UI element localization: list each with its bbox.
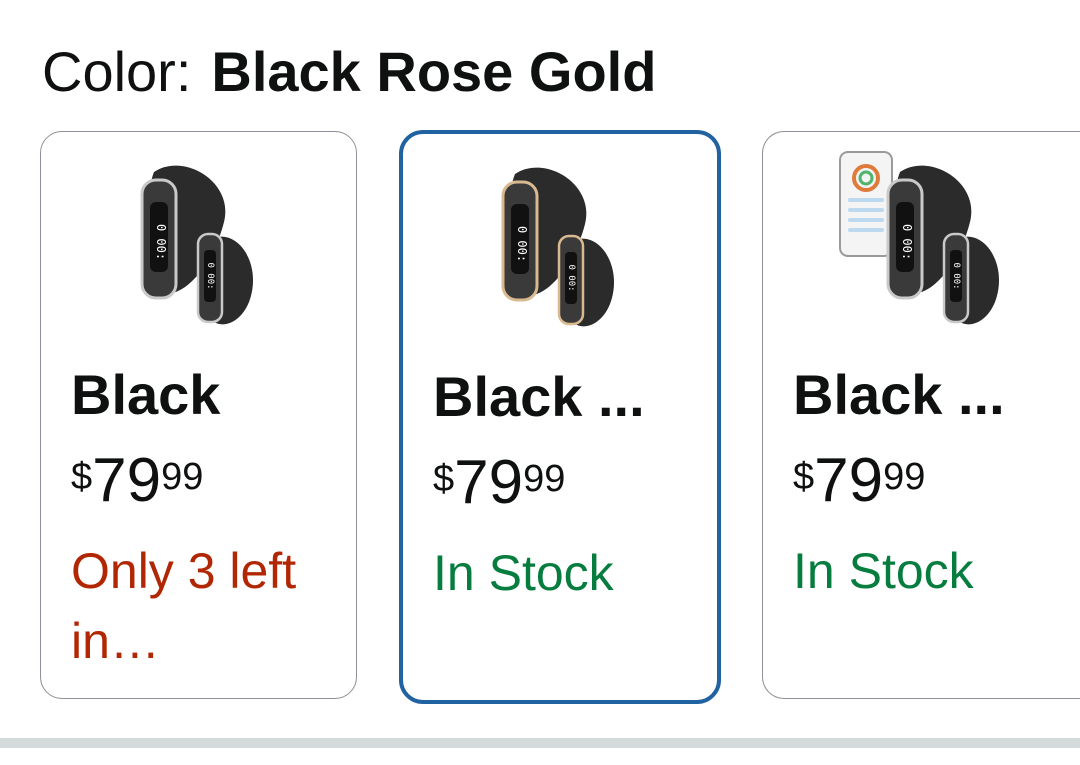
svg-text:0 00:: 0 00: [154,224,168,260]
option-name: Black ... [433,365,645,428]
color-option-card-black[interactable]: 0 00: 0 00: Black $7999 Only 3 left in… [40,131,357,699]
option-price: $7999 [71,450,203,512]
product-image: 0 00: 0 00: [763,142,1080,342]
color-option-card-black-bundle[interactable]: 0 00: 0 00: Black ... $7999 In Stock [762,131,1080,699]
price-fraction: 99 [523,458,566,500]
section-divider [0,738,1080,748]
phone-icon [838,151,893,257]
price-fraction: 99 [161,456,204,498]
price-currency: $ [71,456,93,498]
price-whole: 79 [454,448,524,517]
availability-status: In Stock [793,543,974,599]
price-fraction: 99 [883,456,926,498]
svg-text:0 00:: 0 00: [566,264,576,291]
product-image: 0 00: 0 00: [41,142,356,342]
fitness-band-pair-silver-icon: 0 00: 0 00: [140,165,253,325]
option-name: Black [71,363,221,426]
selected-color-value: Black Rose Gold [211,40,657,103]
svg-text:0 00:: 0 00: [515,226,529,262]
svg-text:0 00:: 0 00: [900,224,914,260]
price-currency: $ [433,458,455,500]
color-option-card-black-rose-gold[interactable]: 0 00: 0 00: Black ... $7999 In Stock [399,130,721,704]
fitness-band-pair-with-phone-icon: 0 00: 0 00: [838,151,999,325]
price-currency: $ [793,456,815,498]
option-price: $7999 [433,452,565,514]
color-selection-header: Color: Black Rose Gold [42,36,656,108]
color-label: Color: [42,40,192,103]
fitness-band-pair-rose-gold-icon: 0 00: 0 00: [501,167,615,327]
svg-text:0 00:: 0 00: [951,262,961,289]
svg-text:0 00:: 0 00: [205,262,215,289]
availability-status: Only 3 left in… [71,543,297,669]
availability-status: In Stock [433,545,614,601]
price-whole: 79 [814,446,884,515]
price-whole: 79 [92,446,162,515]
option-name: Black ... [793,363,1005,426]
option-price: $7999 [793,450,925,512]
product-image: 0 00: 0 00: [403,144,717,344]
